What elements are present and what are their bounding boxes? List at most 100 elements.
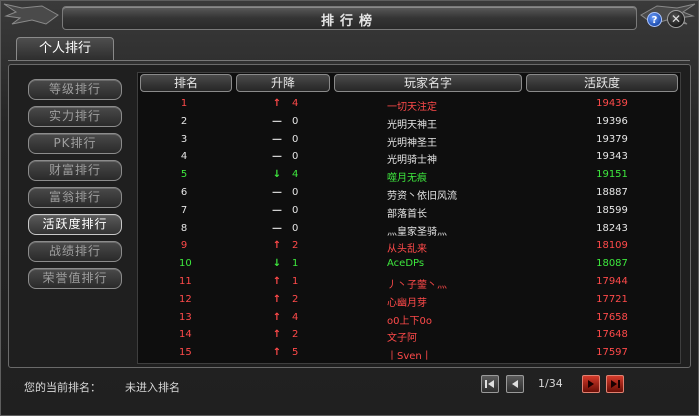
change-cell: 4 [292,169,299,181]
down-arrow-icon: ↓ [272,169,282,181]
player-name-cell: 心幽月芽 [387,297,427,309]
change-cell: 4 [292,311,299,323]
table-row[interactable]: 3 — 0 光明神圣王 19379 [140,132,680,149]
player-name-cell: o0上下0o [387,315,432,327]
table-row[interactable]: 14 ↑ 2 文子阿 17648 [140,327,680,344]
score-cell: 19379 [596,133,628,145]
tab-divider [8,60,690,61]
up-arrow-icon: ↑ [272,311,282,323]
change-cell: 0 [292,133,299,145]
column-header-change[interactable]: 升降 [236,74,330,92]
table-row[interactable]: 15 ↑ 5 丨Sven丨 17597 [140,345,680,362]
player-name-cell: 从头乱来 [387,244,427,256]
column-header-score[interactable]: 活跃度 [526,74,678,92]
table-row[interactable]: 1 ↑ 4 一切天注定 19439 [140,96,680,113]
player-name-cell: 噬月无痕 [387,173,427,185]
player-name-cell: 一切天注定 [387,102,437,113]
player-name-cell: 光明神圣王 [387,137,437,149]
table-row[interactable]: 10 ↓ 1 AceDPs 18087 [140,256,680,273]
up-arrow-icon: ↑ [272,293,282,305]
sidebar-item-level[interactable]: 等级排行 [28,79,122,100]
rank-cell: 14 [179,329,192,341]
dash-icon: — [272,151,282,163]
rank-cell: 9 [180,240,188,252]
score-cell: 18243 [596,222,628,234]
table-row[interactable]: 2 — 0 光明天神王 19396 [140,114,680,131]
current-rank-label: 您的当前排名： [24,381,101,394]
help-icon[interactable]: ? [647,12,662,27]
prev-page-icon[interactable] [506,375,524,393]
score-cell: 19396 [596,115,628,127]
score-cell: 18887 [596,187,628,198]
down-arrow-icon: ↓ [272,258,282,270]
dash-icon: — [272,187,282,198]
player-name-cell: 灬皇家圣骑灬 [387,226,447,238]
table-row[interactable]: 11 ↑ 1 丿丶子蓥丶灬 17944 [140,274,680,291]
sidebar-item-strength[interactable]: 实力排行 [28,106,122,127]
up-arrow-icon: ↑ [272,240,282,252]
change-cell: 2 [292,293,299,305]
change-cell: 0 [292,187,299,198]
score-cell: 18087 [596,258,628,270]
window-title: 排行榜 [320,14,378,29]
up-arrow-icon: ↑ [272,98,282,109]
score-cell: 17597 [596,347,628,359]
dash-icon: — [272,133,282,145]
score-cell: 19439 [596,98,628,109]
player-name-cell: 丨Sven丨 [387,351,432,363]
dash-icon: — [272,222,282,234]
table-row[interactable]: 5 ↓ 4 噬月无痕 19151 [140,167,680,184]
change-cell: 4 [292,98,299,109]
change-cell: 0 [292,204,299,216]
rank-cell: 11 [179,276,192,287]
rank-cell: 7 [180,204,188,216]
sidebar-item-rich[interactable]: 富翁排行 [28,187,122,208]
rank-cell: 12 [179,293,192,305]
player-name-cell: 光明骑士神 [387,155,437,167]
column-header-name[interactable]: 玩家名字 [334,74,522,92]
rank-cell: 8 [180,222,188,234]
rank-cell: 4 [180,151,188,163]
rank-cell: 5 [180,169,188,181]
player-name-cell: AceDPs [387,258,425,270]
change-cell: 2 [292,329,299,341]
player-name-cell: 部落首长 [387,208,427,220]
close-icon[interactable]: ✕ [667,10,685,28]
rank-cell: 2 [180,115,188,127]
rank-cell: 3 [180,133,188,145]
left-wing-ornament [3,3,59,25]
sidebar-item-honor[interactable]: 荣誉值排行 [28,268,122,289]
tab-personal-ranking[interactable]: 个人排行 [16,37,114,61]
player-name-cell: 劳资丶依旧风流 [387,191,457,202]
change-cell: 0 [292,115,299,127]
dash-icon: — [272,204,282,216]
last-page-icon[interactable] [606,375,624,393]
table-row[interactable]: 9 ↑ 2 从头乱来 18109 [140,238,680,255]
table-row[interactable]: 6 — 0 劳资丶依旧风流 18887 [140,185,680,202]
table-row[interactable]: 8 — 0 灬皇家圣骑灬 18243 [140,221,680,238]
score-cell: 18109 [596,240,628,252]
rank-cell: 13 [179,311,192,323]
score-cell: 17658 [596,311,628,323]
score-cell: 19151 [596,169,628,181]
table-row[interactable]: 13 ↑ 4 o0上下0o 17658 [140,310,680,327]
table-row[interactable]: 7 — 0 部落首长 18599 [140,203,680,220]
sidebar-item-wealth[interactable]: 财富排行 [28,160,122,181]
title-bar[interactable]: 排行榜 [62,6,637,30]
table-row[interactable]: 4 — 0 光明骑士神 19343 [140,149,680,166]
score-cell: 17721 [596,293,628,305]
sidebar-item-activity[interactable]: 活跃度排行 [28,214,122,235]
up-arrow-icon: ↑ [272,276,282,287]
column-header-rank[interactable]: 排名 [140,74,232,92]
table-row[interactable]: 12 ↑ 2 心幽月芽 17721 [140,292,680,309]
rank-cell: 10 [179,258,192,270]
sidebar-item-pk[interactable]: PK排行 [28,133,122,154]
change-cell: 5 [292,347,299,359]
score-cell: 17648 [596,329,628,341]
dash-icon: — [272,115,282,127]
next-page-icon[interactable] [582,375,600,393]
sidebar-item-battle[interactable]: 战绩排行 [28,241,122,262]
change-cell: 0 [292,151,299,163]
first-page-icon[interactable] [481,375,499,393]
change-cell: 2 [292,240,299,252]
